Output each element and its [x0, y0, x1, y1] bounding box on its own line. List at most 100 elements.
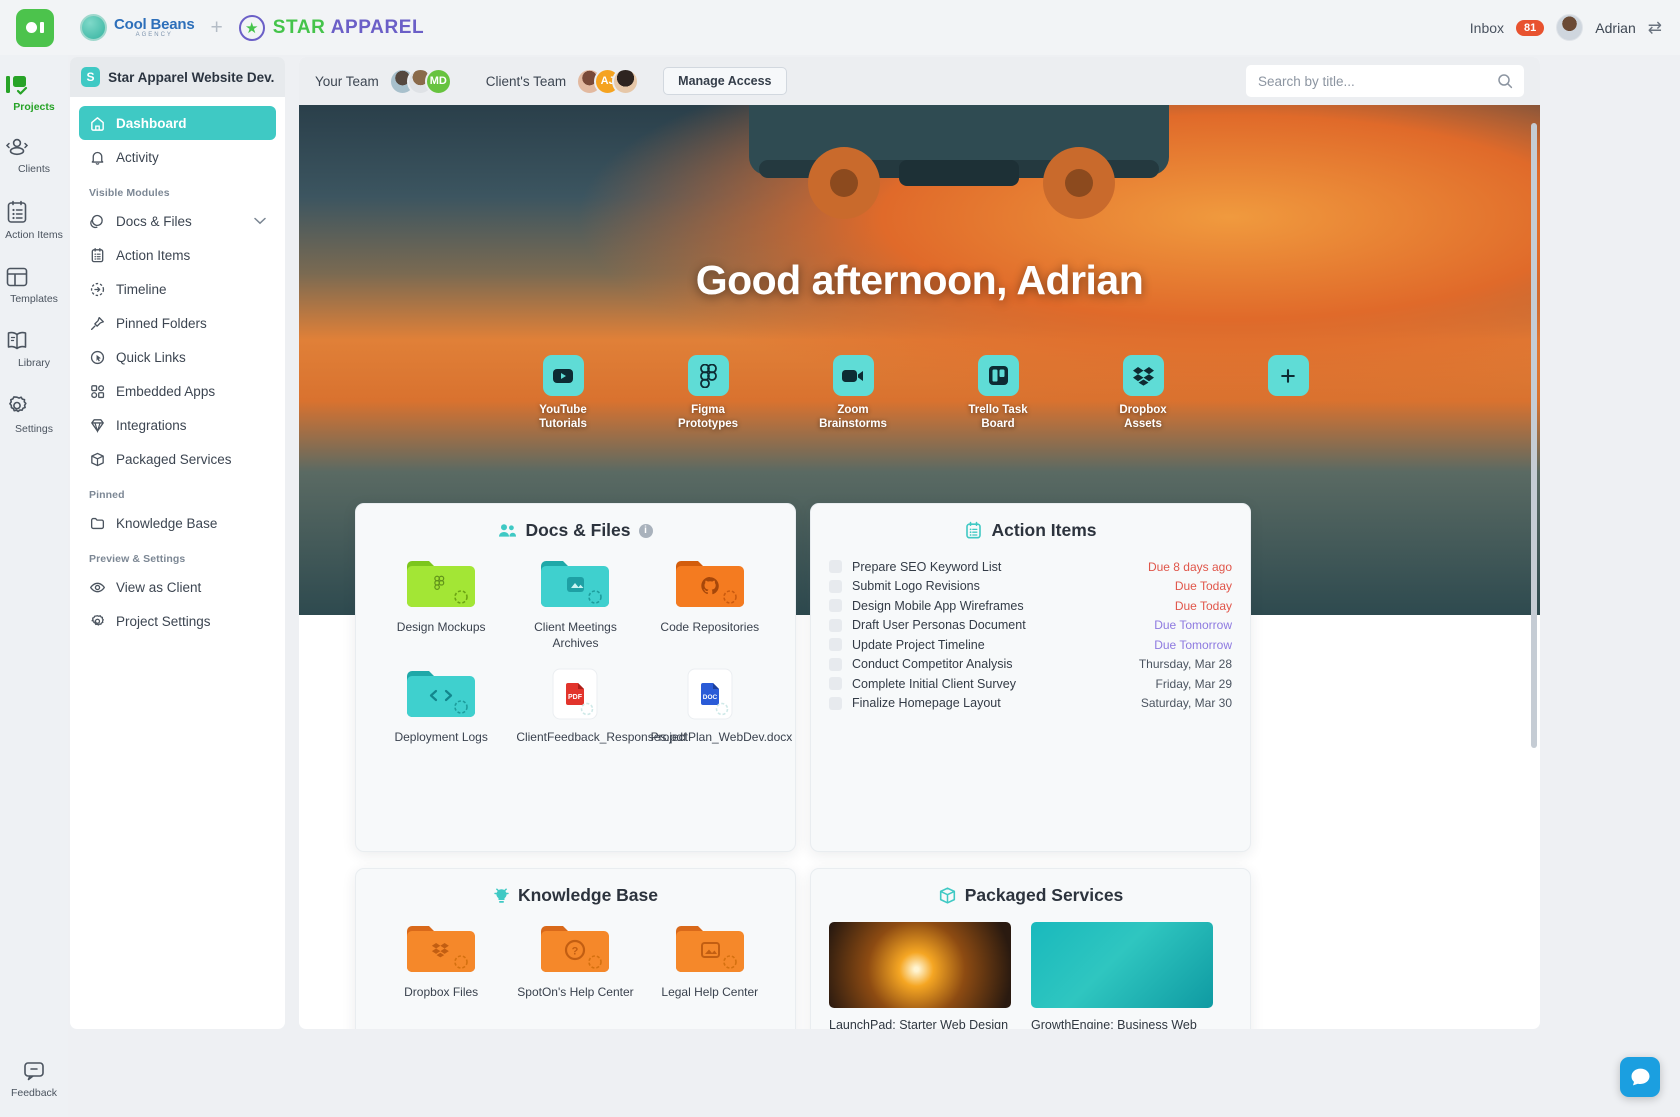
file-item[interactable]: PDF ClientFeedback_Responses.pdf	[508, 667, 686, 746]
rail-item-feedback[interactable]: Feedback	[4, 1059, 64, 1099]
sidebar-label-activity: Activity	[116, 149, 159, 165]
agency-brand[interactable]: Cool Beans AGENCY	[80, 14, 195, 41]
project-header[interactable]: S Star Apparel Website Dev...	[70, 57, 285, 97]
feedback-icon	[4, 1059, 64, 1083]
action-item-row[interactable]: Submit Logo Revisions Due Today	[829, 577, 1232, 597]
action-item-row[interactable]: Complete Initial Client Survey Friday, M…	[829, 674, 1232, 694]
checkbox[interactable]	[829, 579, 842, 593]
client-brand[interactable]: ★ STAR APPAREL	[238, 14, 424, 41]
dropbox-icon	[1122, 355, 1164, 396]
sidebar-label-docs-files: Docs & Files	[116, 213, 192, 229]
service-item[interactable]: LaunchPad: Starter Web Design Package"	[829, 922, 1011, 1029]
knowledge-base-title: Knowledge Base	[517, 885, 659, 905]
sidebar-item-activity[interactable]: Activity	[79, 140, 276, 174]
app-logo[interactable]	[16, 8, 54, 47]
avatar-initials[interactable]: MD	[424, 67, 452, 95]
quick-link-figma[interactable]: Figma Prototypes	[662, 355, 754, 431]
sidebar-label-pinned-folders: Pinned Folders	[116, 315, 207, 331]
folder-item[interactable]: Deployment Logs	[374, 667, 508, 746]
clients-team-avatars[interactable]: AJ	[576, 67, 640, 95]
sidebar-item-dashboard[interactable]: Dashboard	[79, 106, 276, 140]
rail-item-settings[interactable]: Settings	[4, 393, 64, 435]
vertical-scrollbar[interactable]	[1531, 123, 1537, 748]
checkbox[interactable]	[829, 638, 842, 652]
rail-item-library[interactable]: Library	[4, 329, 64, 369]
folder-item[interactable]: Client Meetings Archives	[508, 557, 642, 651]
plus-icon	[1267, 355, 1309, 396]
quick-link-youtube[interactable]: YouTube Tutorials	[517, 355, 609, 431]
sidebar-item-pinned-folders[interactable]: Pinned Folders	[79, 306, 276, 340]
sidebar-item-packaged-services[interactable]: Packaged Services	[79, 442, 276, 476]
sidebar-item-action-items[interactable]: Action Items	[79, 238, 276, 272]
greeting-title: Good afternoon, Adrian	[695, 257, 1144, 303]
action-item-row[interactable]: Finalize Homepage Layout Saturday, Mar 3…	[829, 694, 1232, 714]
quick-link-add-button[interactable]	[1242, 355, 1334, 431]
rail-item-clients[interactable]: Clients	[4, 137, 64, 175]
embedded-apps-icon	[89, 383, 106, 400]
folder-item[interactable]: ? SpotOn's Help Center	[508, 922, 642, 1001]
sidebar-label-timeline: Timeline	[116, 281, 167, 297]
sidebar-section-visible-modules: Visible Modules	[89, 187, 170, 199]
trello-icon	[977, 355, 1019, 396]
switch-account-icon[interactable]: ⇄	[1648, 18, 1662, 38]
lightbulb-icon	[493, 886, 510, 905]
action-item-row[interactable]: Prepare SEO Keyword List Due 8 days ago	[829, 557, 1232, 577]
checkbox[interactable]	[829, 560, 842, 574]
search-icon[interactable]	[1497, 73, 1513, 89]
avatar[interactable]	[612, 67, 640, 95]
manage-access-button[interactable]: Manage Access	[663, 67, 787, 95]
sidebar-item-docs-files[interactable]: Docs & Files	[79, 204, 276, 238]
checkbox[interactable]	[829, 657, 842, 671]
action-item-name: Prepare SEO Keyword List	[852, 559, 1002, 574]
your-team-avatars[interactable]: MD	[388, 67, 452, 95]
action-item-row[interactable]: Conduct Competitor Analysis Thursday, Ma…	[829, 655, 1232, 675]
folder-icon	[405, 922, 477, 978]
folder-icon	[539, 557, 611, 613]
packaged-services-grid: LaunchPad: Starter Web Design Package" G…	[829, 922, 1232, 1029]
search-input[interactable]	[1246, 65, 1524, 97]
file-item[interactable]: DOC ProjectPlan_WebDev.docx	[643, 667, 792, 746]
action-items-card: Action Items Prepare SEO Keyword List Du…	[810, 503, 1251, 852]
rail-item-templates[interactable]: Templates	[4, 265, 64, 305]
sidebar-label-project-settings: Project Settings	[116, 613, 211, 629]
agency-subtitle: AGENCY	[135, 32, 173, 39]
checkbox[interactable]	[829, 677, 842, 691]
quick-link-dropbox[interactable]: Dropbox Assets	[1097, 355, 1189, 431]
folder-item[interactable]: Dropbox Files	[374, 922, 508, 1001]
agency-logo-icon	[80, 14, 107, 41]
action-item-row[interactable]: Draft User Personas Document Due Tomorro…	[829, 616, 1232, 636]
chevron-down-icon[interactable]	[254, 217, 266, 225]
checkbox[interactable]	[829, 599, 842, 613]
service-item[interactable]: GrowthEngine: Business Web Development P…	[1031, 922, 1213, 1029]
logo-bang	[40, 22, 44, 33]
action-item-name: Submit Logo Revisions	[852, 579, 980, 594]
search-box	[1246, 65, 1524, 97]
chat-support-button[interactable]	[1620, 1057, 1660, 1097]
sidebar-item-integrations[interactable]: Integrations	[79, 408, 276, 442]
folder-item[interactable]: Code Repositories	[643, 557, 777, 651]
folder-item[interactable]: Design Mockups	[374, 557, 508, 651]
sidebar-item-project-settings[interactable]: Project Settings	[79, 604, 276, 638]
inbox-label[interactable]: Inbox	[1470, 20, 1504, 36]
action-item-row[interactable]: Update Project Timeline Due Tomorrow	[829, 635, 1232, 655]
checkbox[interactable]	[829, 696, 842, 710]
quick-link-trello[interactable]: Trello Task Board	[952, 355, 1044, 431]
sidebar-item-knowledge-base[interactable]: Knowledge Base	[79, 506, 276, 540]
quick-link-zoom[interactable]: Zoom Brainstorms	[807, 355, 899, 431]
sidebar-item-timeline[interactable]: Timeline	[79, 272, 276, 306]
action-item-name: Conduct Competitor Analysis	[852, 657, 1013, 672]
quick-link-label-line2: Tutorials	[539, 418, 587, 431]
sidebar-item-embedded-apps[interactable]: Embedded Apps	[79, 374, 276, 408]
user-name[interactable]: Adrian	[1595, 20, 1635, 36]
service-name: LaunchPad: Starter Web Design Package"	[829, 1018, 1009, 1029]
info-icon[interactable]: i	[638, 523, 653, 538]
folder-item[interactable]: Legal Help Center	[643, 922, 777, 1001]
rail-item-projects[interactable]: Projects	[4, 73, 64, 113]
rail-item-action-items[interactable]: Action Items	[4, 199, 64, 241]
action-item-row[interactable]: Design Mobile App Wireframes Due Today	[829, 596, 1232, 616]
sidebar-item-view-as-client[interactable]: View as Client	[79, 570, 276, 604]
checkbox[interactable]	[829, 618, 842, 632]
sidebar-item-quick-links[interactable]: Quick Links	[79, 340, 276, 374]
avatar[interactable]	[1556, 14, 1584, 41]
projects-icon	[4, 73, 64, 97]
